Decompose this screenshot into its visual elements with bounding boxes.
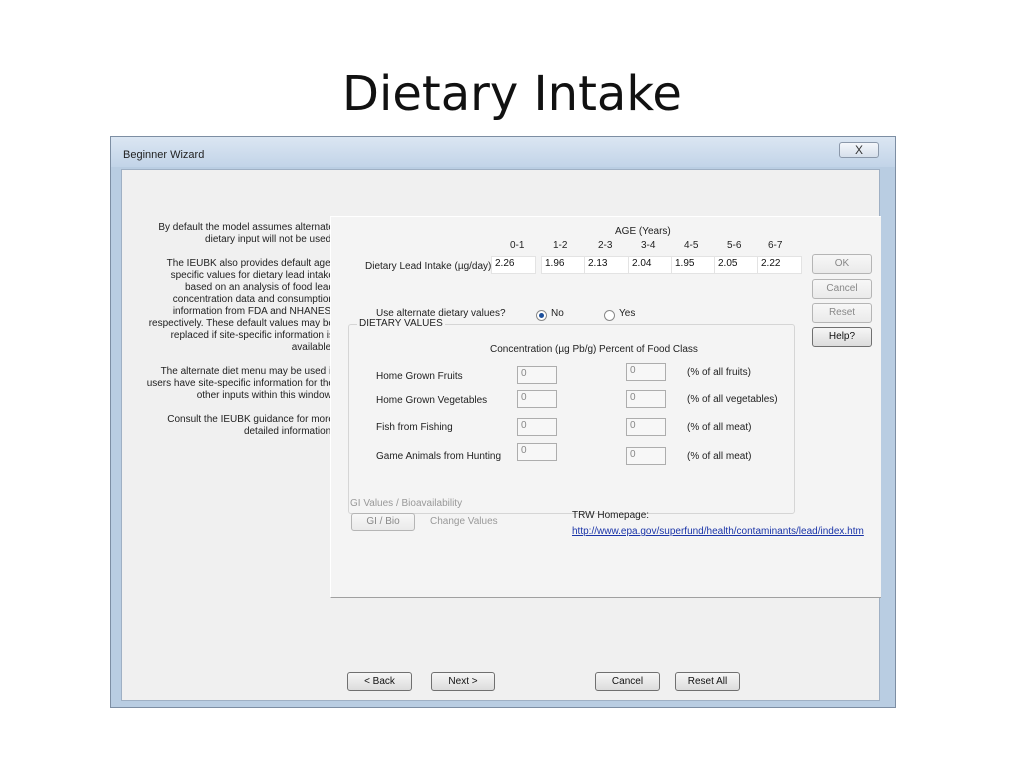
food-row-label: Game Animals from Hunting <box>376 451 502 462</box>
age-range-label: 3-4 <box>641 240 656 251</box>
concentration-header: Concentration (µg Pb/g) <box>490 344 597 355</box>
ok-button[interactable]: OK <box>812 254 872 274</box>
fish-concentration-input[interactable]: 0 <box>517 418 557 436</box>
change-values-label: Change Values <box>430 516 498 527</box>
back-button[interactable]: < Back <box>347 672 412 691</box>
gi-bio-button[interactable]: GI / Bio <box>351 513 415 531</box>
game-concentration-input[interactable]: 0 <box>517 443 557 461</box>
food-row-unit: (% of all fruits) <box>687 367 751 378</box>
help-button[interactable]: Help? <box>812 327 872 347</box>
intake-field-6-7[interactable]: 2.22 <box>757 256 802 274</box>
window-titlebar[interactable]: Beginner Wizard X <box>111 137 895 167</box>
intake-field-3-4[interactable]: 2.04 <box>628 256 673 274</box>
beginner-wizard-window: Beginner Wizard X By default the model a… <box>110 136 896 708</box>
side-reset-button[interactable]: Reset <box>812 303 872 323</box>
food-row-label: Home Grown Vegetables <box>376 395 488 406</box>
intake-field-5-6[interactable]: 2.05 <box>714 256 759 274</box>
gi-values-label: GI Values / Bioavailability <box>350 498 463 509</box>
food-row-unit: (% of all vegetables) <box>687 394 778 405</box>
fish-percent-input[interactable]: 0 <box>626 418 666 436</box>
age-range-label: 2-3 <box>598 240 613 251</box>
no-radio[interactable] <box>536 310 547 321</box>
game-percent-input[interactable]: 0 <box>626 447 666 465</box>
trw-homepage-link[interactable]: http://www.epa.gov/superfund/health/cont… <box>572 526 864 537</box>
help-text-panel: By default the model assumes alternate d… <box>142 222 334 450</box>
yes-radio-label[interactable]: Yes <box>619 308 635 319</box>
help-paragraph: By default the model assumes alternate d… <box>158 222 334 245</box>
intake-field-0-1[interactable]: 2.26 <box>491 256 536 274</box>
food-row-label: Home Grown Fruits <box>376 371 463 382</box>
food-row-label: Fish from Fishing <box>376 422 453 433</box>
reset-all-button[interactable]: Reset All <box>675 672 740 691</box>
percent-header: Percent of Food Class <box>599 344 698 355</box>
yes-radio[interactable] <box>604 310 615 321</box>
help-paragraph: The IEUBK also provides default age-spec… <box>148 258 334 353</box>
next-button[interactable]: Next > <box>431 672 495 691</box>
intake-field-1-2[interactable]: 1.96 <box>541 256 586 274</box>
trw-homepage-label: TRW Homepage: <box>572 510 650 521</box>
age-range-label: 0-1 <box>510 240 525 251</box>
age-range-label: 4-5 <box>684 240 699 251</box>
window-title: Beginner Wizard <box>123 149 205 161</box>
wizard-client-area: By default the model assumes alternate d… <box>121 169 881 701</box>
vegetables-concentration-input[interactable]: 0 <box>517 390 557 408</box>
slide-title: Dietary Intake <box>342 66 682 122</box>
intake-field-4-5[interactable]: 1.95 <box>671 256 716 274</box>
side-cancel-button[interactable]: Cancel <box>812 279 872 299</box>
fruits-percent-input[interactable]: 0 <box>626 363 666 381</box>
vegetables-percent-input[interactable]: 0 <box>626 390 666 408</box>
food-row-unit: (% of all meat) <box>687 422 752 433</box>
food-row-unit: (% of all meat) <box>687 451 752 462</box>
age-range-label: 1-2 <box>553 240 568 251</box>
no-radio-label[interactable]: No <box>551 308 564 319</box>
dietary-values-title: DIETARY VALUES <box>357 318 445 329</box>
intake-field-2-3[interactable]: 2.13 <box>584 256 629 274</box>
dietary-lead-intake-label: Dietary Lead Intake (µg/day) <box>365 261 492 272</box>
cancel-button[interactable]: Cancel <box>595 672 660 691</box>
age-range-label: 5-6 <box>727 240 742 251</box>
help-paragraph: The alternate diet menu may be used if u… <box>146 366 334 401</box>
fruits-concentration-input[interactable]: 0 <box>517 366 557 384</box>
alternate-question: Use alternate dietary values? <box>376 308 506 319</box>
close-button[interactable]: X <box>839 142 879 158</box>
help-paragraph: Consult the IEUBK guidance for more deta… <box>167 414 334 437</box>
age-range-label: 6-7 <box>768 240 783 251</box>
age-header: AGE (Years) <box>615 226 671 237</box>
